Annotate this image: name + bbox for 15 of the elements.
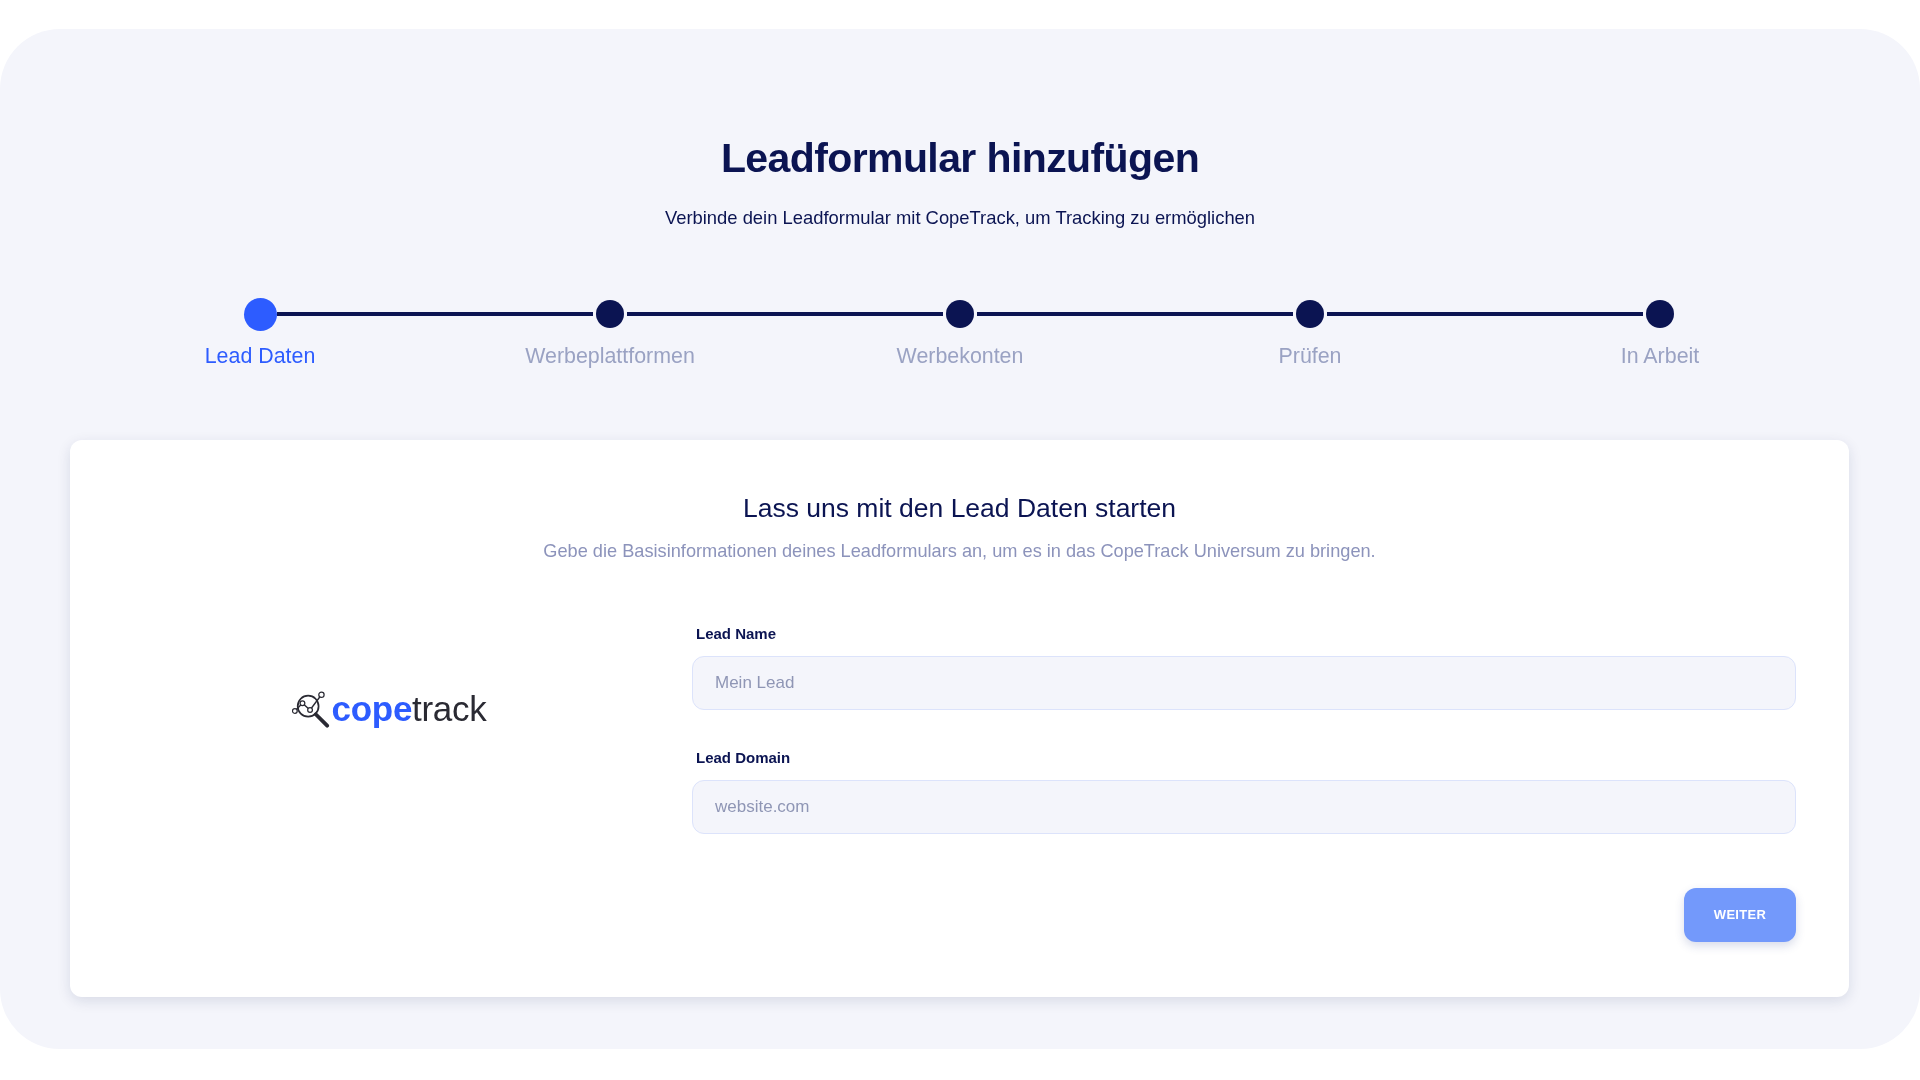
step-label: Werbekonten xyxy=(896,343,1024,370)
step-label: Werbeplattformen xyxy=(525,343,695,370)
magnifier-network-icon xyxy=(291,690,330,728)
input-field[interactable]: website.com xyxy=(692,780,1796,834)
logo-wordmark: copetrack xyxy=(331,688,487,730)
page-subtitle: Verbinde dein Leadformular mit CopeTrack, um Tracking zu ermöglichen xyxy=(664,206,1256,230)
field-label: Lead Name xyxy=(696,624,777,644)
step-label: In Arbeit xyxy=(1620,343,1700,370)
input-field[interactable]: Mein Lead xyxy=(692,656,1796,710)
card-title: Lass uns mit den Lead Daten starten xyxy=(742,492,1177,525)
field-label: Lead Domain xyxy=(696,748,791,768)
step-label: Lead Daten xyxy=(204,343,316,370)
card-subtitle: Gebe die Basisinformationen deines Leadformulars an, um es in das CopeTrack Universum zu bringen. xyxy=(543,540,1376,563)
step-label: Prüfen xyxy=(1278,343,1342,370)
page-title: Leadformular hinzufügen xyxy=(720,134,1200,183)
